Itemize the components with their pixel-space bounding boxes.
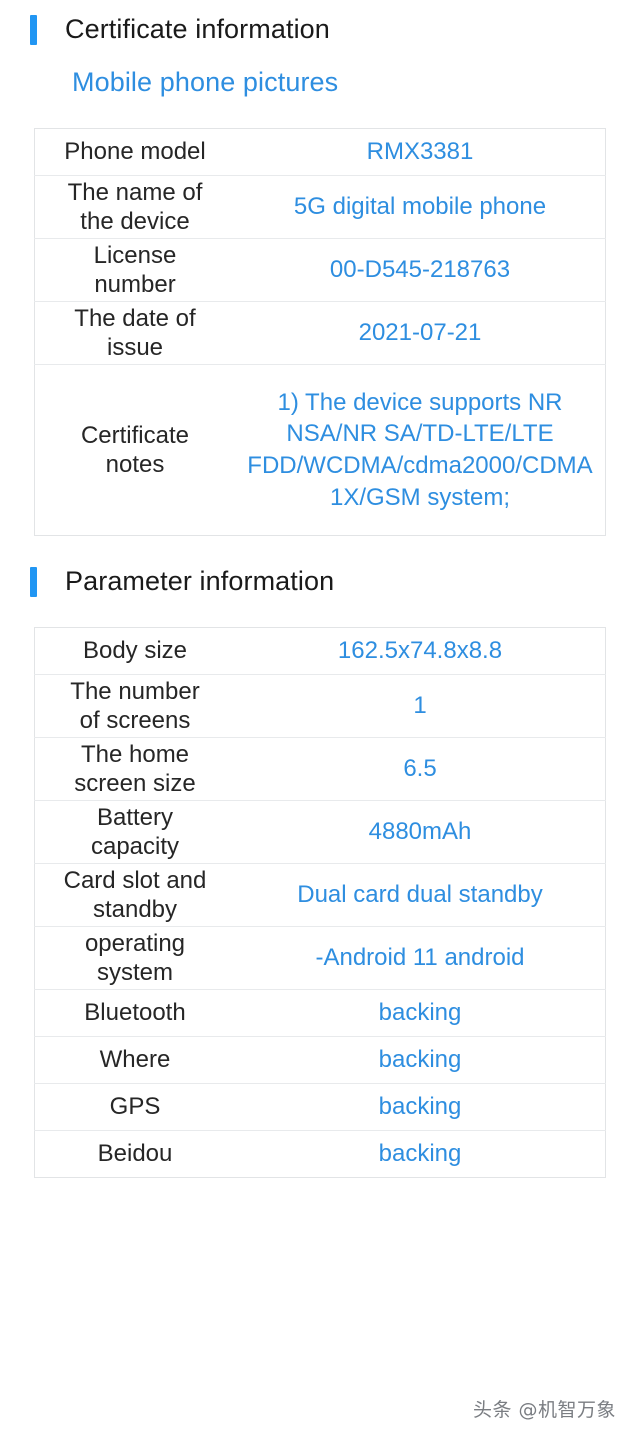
row-value: backing: [235, 1083, 606, 1131]
spacer-before-table-1: [0, 98, 640, 128]
row-label: GPS: [34, 1083, 235, 1131]
row-label: Card slot and standby: [34, 863, 235, 927]
watermark: 头条 @机智万象: [472, 1399, 616, 1421]
table-row: Body size 162.5x74.8x8.8: [35, 628, 606, 675]
table-row: The number of screens 1: [34, 674, 606, 738]
page-title: Certificate information: [65, 14, 330, 44]
row-label: The name of the device: [34, 175, 235, 239]
top-spacer: [0, 0, 640, 14]
table-row: Phone model RMX3381: [35, 129, 606, 176]
row-value: Dual card dual standby: [235, 863, 606, 927]
table-row: The name of the device 5G digital mobile…: [34, 175, 606, 239]
row-value: backing: [235, 1130, 606, 1178]
row-label: Certificate notes: [34, 364, 235, 536]
row-label: The number of screens: [34, 674, 235, 738]
section-header-parameter-information: Parameter information: [0, 566, 640, 597]
row-label: operating system: [34, 926, 235, 990]
table-row: The home screen size 6.5: [34, 737, 606, 801]
row-label: Where: [34, 1036, 235, 1084]
spacer-after-heading-1: [0, 45, 640, 67]
row-value: 4880mAh: [235, 800, 606, 864]
table-row: Battery capacity 4880mAh: [34, 800, 606, 864]
certificate-detail-page: Certificate information Mobile phone pic…: [0, 0, 640, 1436]
row-value: 6.5: [235, 737, 606, 801]
row-label: License number: [34, 238, 235, 302]
spacer-before-table-2: [0, 597, 640, 627]
row-label: Body size: [82, 637, 188, 665]
row-label: Battery capacity: [34, 800, 235, 864]
mobile-phone-pictures-link[interactable]: Mobile phone pictures: [0, 67, 640, 98]
row-value: 5G digital mobile phone: [235, 175, 606, 239]
table-row: GPS backing: [34, 1083, 606, 1131]
row-label: Beidou: [34, 1130, 235, 1178]
certificate-information-table: Phone model RMX3381 The name of the devi…: [34, 128, 606, 536]
row-label: Bluetooth: [34, 989, 235, 1037]
row-value: -Android 11 android: [235, 926, 606, 990]
row-value: 00-D545-218763: [235, 238, 606, 302]
row-label: Phone model: [64, 138, 206, 166]
row-value: RMX3381: [366, 138, 474, 165]
row-value: backing: [235, 1036, 606, 1084]
row-value: 162.5x74.8x8.8: [337, 637, 503, 664]
table-row: Where backing: [34, 1036, 606, 1084]
parameter-information-table: Body size 162.5x74.8x8.8 The number of s…: [34, 627, 606, 1178]
row-value: 2021-07-21: [235, 301, 606, 365]
table-row: operating system -Android 11 android: [34, 926, 606, 990]
section-title: Parameter information: [65, 566, 335, 596]
row-value: 1: [235, 674, 606, 738]
accent-bar-icon: [30, 14, 37, 45]
row-label: The home screen size: [34, 737, 235, 801]
table-row: License number 00-D545-218763: [34, 238, 606, 302]
row-value: backing: [235, 989, 606, 1037]
section-header-certificate-information: Certificate information: [0, 14, 640, 45]
row-value: 1) The device supports NR NSA/NR SA/TD-L…: [235, 364, 606, 536]
row-label: The date of issue: [34, 301, 235, 365]
table-row: Certificate notes 1) The device supports…: [34, 364, 606, 536]
accent-bar-icon: [30, 566, 37, 597]
spacer-between-sections: [0, 536, 640, 566]
table-row: Beidou backing: [34, 1130, 606, 1178]
certificate-table-body: Phone model RMX3381 The name of the devi…: [34, 129, 606, 536]
table-row: Card slot and standby Dual card dual sta…: [34, 863, 606, 927]
parameter-table-body: Body size 162.5x74.8x8.8 The number of s…: [34, 628, 606, 1178]
table-row: The date of issue 2021-07-21: [34, 301, 606, 365]
table-row: Bluetooth backing: [34, 989, 606, 1037]
